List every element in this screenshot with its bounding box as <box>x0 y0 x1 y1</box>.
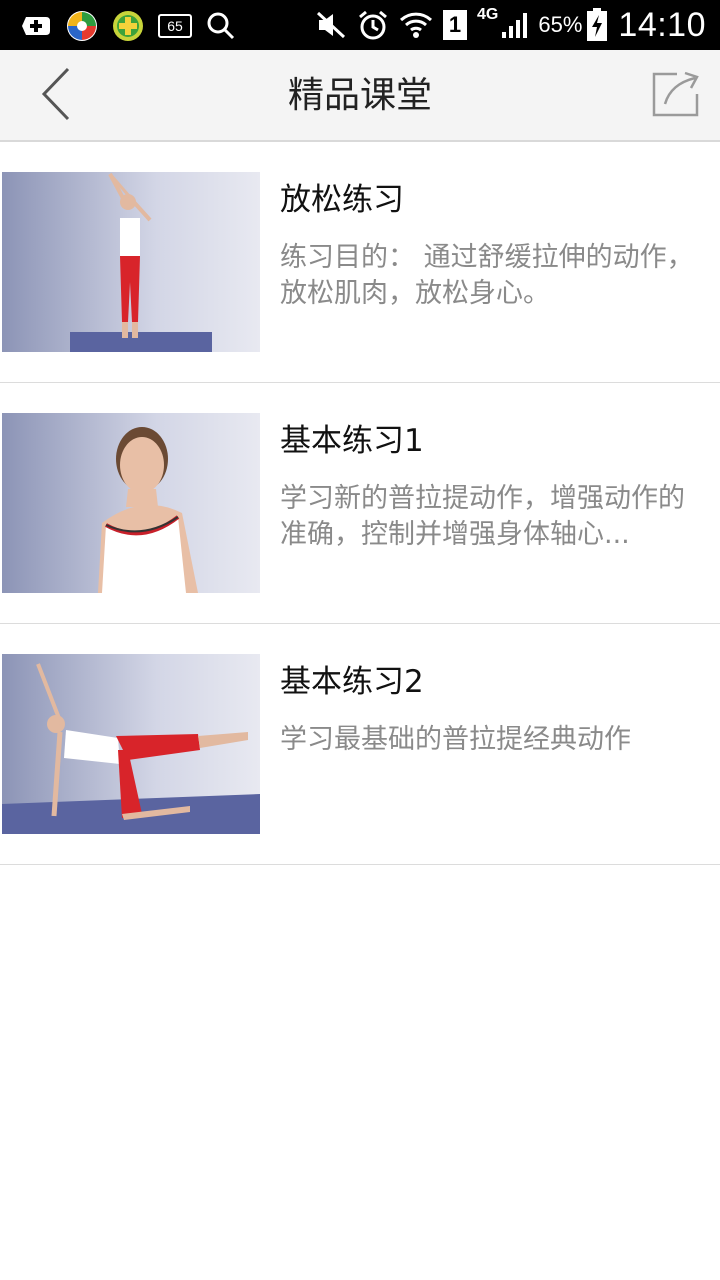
course-title: 放松练习 <box>280 182 404 218</box>
search-icon <box>206 11 236 41</box>
alarm-icon <box>357 9 389 41</box>
course-title: 基本练习2 <box>280 664 424 700</box>
page-title: 精品课堂 <box>287 75 432 116</box>
sim-1-icon: 1 <box>443 10 468 40</box>
status-bar: 65 1 4G 65% 14:10 <box>0 0 720 50</box>
badge-65-icon: 65 <box>158 14 192 38</box>
list-item[interactable]: 基本练习1 学习新的普拉提动作，增强动作的准确，控制并增强身体轴心... <box>0 383 720 624</box>
back-button[interactable] <box>26 66 86 126</box>
battery-percent: 65% <box>538 12 583 37</box>
course-description: 练习目的： 通过舒缓拉伸的动作，放松肌肉，放松身心。 <box>280 242 694 309</box>
colorful-swirl-icon <box>66 10 98 42</box>
signal-4g-icon: 4G <box>477 6 530 40</box>
course-thumbnail <box>2 172 260 352</box>
status-bar-system: 1 4G 65% 14:10 <box>315 4 706 46</box>
chevron-left-icon <box>38 67 74 125</box>
status-bar-notifications: 65 <box>22 8 250 44</box>
list-item[interactable]: 放松练习 练习目的： 通过舒缓拉伸的动作，放松肌肉，放松身心。 <box>0 142 720 383</box>
list-item[interactable]: 基本练习2 学习最基础的普拉提经典动作 <box>0 624 720 865</box>
course-title: 基本练习1 <box>280 423 424 459</box>
share-button[interactable] <box>648 68 704 124</box>
green-plus-icon <box>112 10 144 42</box>
clock: 14:10 <box>618 5 706 44</box>
course-list: 放松练习 练习目的： 通过舒缓拉伸的动作，放松肌肉，放松身心。 基本练习1 学习… <box>0 142 720 865</box>
course-thumbnail <box>2 413 260 593</box>
wifi-icon <box>399 9 433 41</box>
course-thumbnail <box>2 654 260 834</box>
battery-charging-icon <box>586 8 608 42</box>
app-bar: 精品课堂 <box>0 50 720 142</box>
course-description: 学习新的普拉提动作，增强动作的准确，控制并增强身体轴心... <box>280 483 685 550</box>
mute-icon <box>315 9 347 41</box>
share-icon <box>651 70 701 122</box>
add-box-icon <box>22 11 52 41</box>
course-description: 学习最基础的普拉提经典动作 <box>280 724 631 755</box>
